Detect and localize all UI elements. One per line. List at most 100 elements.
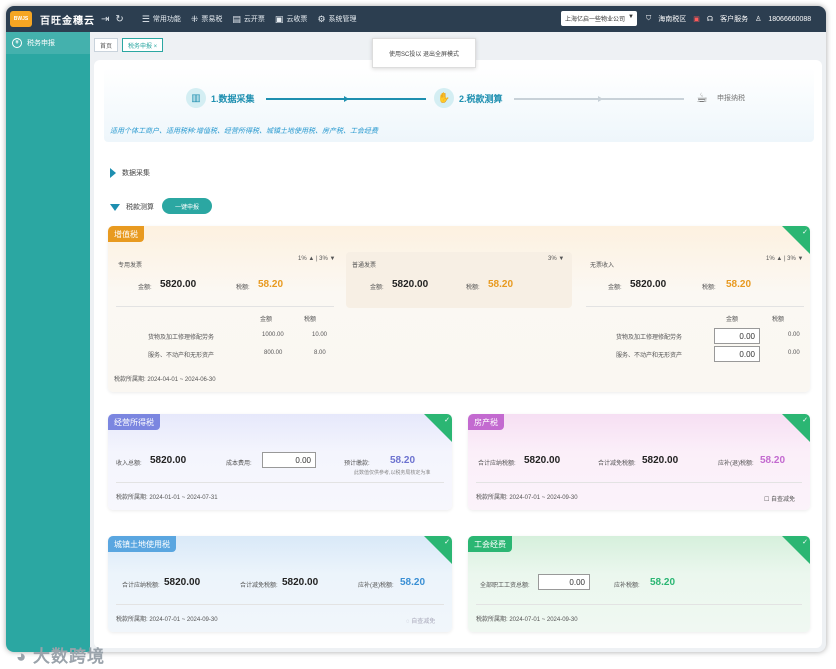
land-total: 5820.00 (164, 577, 201, 588)
biz-note: 此数值仅供参考,以税务局核定为准 (354, 470, 431, 476)
biz-cost-input[interactable]: 0.00 (262, 452, 316, 468)
invoice-icon: ▤ (232, 13, 241, 24)
menu-system[interactable]: ⚙ 系统管理 (317, 14, 356, 25)
land-reduce-label: 合计减免税额: (240, 583, 278, 589)
general-tax-label: 税额: (466, 285, 480, 291)
step-connector (266, 96, 426, 102)
land-reduce: 5820.00 (282, 577, 319, 588)
special-amount-label: 金额: (138, 285, 152, 291)
general-tax: 58.20 (488, 279, 514, 290)
property-reduce: 5820.00 (642, 455, 679, 466)
noinvoice-row1-tax: 0.00 (788, 332, 800, 338)
land-pay-label: 应补(退)税额: (358, 583, 394, 589)
menu-receive[interactable]: ▣ 云收票 (275, 14, 308, 25)
step-data-collect[interactable]: ▥ 1.数据采集 (186, 88, 255, 108)
user-icon: ♙ (755, 16, 762, 23)
noinvoice-row2-amount-input[interactable]: 0.00 (714, 346, 760, 362)
step-declare[interactable]: ☕ 申报纳税 (692, 88, 745, 108)
brand-name: 百旺金穗云 (40, 15, 95, 27)
union-wage-label: 全部职工工资总额: (480, 583, 530, 589)
property-pay-label: 应补(退)税额: (718, 461, 754, 467)
noinvoice-rate[interactable]: 1% ▲ | 3% ▼ (766, 256, 803, 262)
brand-logo: BWJS (10, 11, 32, 27)
property-total: 5820.00 (524, 455, 561, 466)
union-fee-card: 工会经费 ✓ 全部职工工资总额: 0.00 应补税额: 58.20 税款所属期:… (468, 536, 810, 632)
property-pay: 58.20 (760, 455, 786, 466)
special-amount: 5820.00 (160, 279, 197, 290)
noinvoice-header-tax: 税额 (772, 317, 785, 323)
general-rate[interactable]: 3% ▼ (548, 256, 564, 262)
divider (586, 306, 804, 307)
one-click-declare-button[interactable]: 一键申报 (162, 198, 212, 214)
calc-icon: ✋ (434, 88, 454, 108)
union-wage-input[interactable]: 0.00 (538, 574, 590, 590)
union-pay-label: 应补税额: (614, 583, 640, 589)
union-pay: 58.20 (650, 577, 676, 588)
land-badge: 城镇土地使用税 (108, 536, 176, 552)
menu-common[interactable]: ☰ 常用功能 (142, 14, 181, 25)
collapse-icon[interactable]: ⇥ (101, 14, 109, 25)
union-badge: 工会经费 (468, 536, 512, 552)
app-window: BWJS 百旺金穗云 ⇥ ↻ ☰ 常用功能 ⁜ 票易税 ▤ 云开票 ▣ 云收票 ⚙ 系统管… (6, 6, 826, 652)
collapse-icon (110, 203, 120, 211)
section-tax-calc[interactable]: 税款测算 (110, 202, 154, 212)
tab-tax-declare[interactable]: 税务申报 × (122, 38, 164, 52)
customer-service[interactable]: 客户服务 (720, 14, 748, 24)
top-menu: ☰ 常用功能 ⁜ 票易税 ▤ 云开票 ▣ 云收票 ⚙ 系统管理 (142, 14, 357, 25)
receive-icon: ▣ (274, 13, 284, 24)
special-row1-tax: 10.00 (312, 332, 328, 338)
refresh-icon[interactable]: ↻ (115, 14, 123, 25)
noinvoice-row2-tax: 0.00 (788, 350, 800, 356)
headset-icon: ☊ (706, 16, 714, 23)
tax-icon: ¥ (12, 38, 22, 48)
menu-ticket[interactable]: ⁜ 票易税 (191, 14, 223, 25)
grid-icon: ☰ (141, 13, 150, 24)
union-period: 税款所属期: 2024-07-01 ~ 2024-09-30 (476, 617, 578, 623)
divider (476, 604, 802, 605)
noinvoice-amount-label: 金额: (608, 285, 622, 291)
tab-home[interactable]: 首页 (94, 38, 119, 52)
step-progress: ▥ 1.数据采集 ✋ 2.税款测算 ☕ 申报纳税 适用个体工商户、适用税种:增值… (104, 68, 814, 142)
page-tabs: 首页 税务申报 × (94, 38, 164, 52)
section-data-collect[interactable]: 数据采集 (110, 168, 150, 178)
special-row2-amount: 800.00 (264, 350, 283, 356)
check-icon: ✓ (444, 539, 450, 546)
property-tax-card: 房产税 ✓ 合计应纳税额: 5820.00 合计减免税额: 5820.00 应补… (468, 414, 810, 510)
watermark: ◕ 大数跨境 (16, 647, 105, 666)
check-icon: ✓ (802, 539, 808, 546)
noinvoice-tax: 58.20 (726, 279, 752, 290)
gear-icon: ⚙ (317, 13, 326, 24)
divider (476, 482, 802, 483)
cup-icon: ☕ (696, 90, 708, 105)
noinvoice-amount: 5820.00 (630, 279, 667, 290)
land-tax-card: 城镇土地使用税 ✓ 合计应纳税额: 5820.00 合计减免税额: 5820.0… (108, 536, 452, 632)
fullscreen-tooltip: 使用SC投以 退出全屏模式 (372, 38, 476, 68)
land-period: 税款所属期: 2024-07-01 ~ 2024-09-30 (116, 617, 218, 623)
land-self-check[interactable]: ◌ 自查减免 (406, 616, 435, 625)
tax-region[interactable]: 海南税区 (658, 14, 686, 24)
property-total-label: 合计应纳税额: (478, 461, 516, 467)
step-tax-calc[interactable]: ✋ 2.税款测算 (434, 88, 503, 108)
special-row1-name: 货物及加工修理修配劳务 (148, 335, 215, 341)
user-phone[interactable]: 18066660088 (768, 16, 811, 23)
special-row2-tax: 8.00 (314, 350, 326, 356)
special-row2-name: 服务、不动产和无形资产 (148, 353, 215, 359)
special-tax-label: 税额: (236, 285, 250, 291)
check-icon: ✓ (444, 417, 450, 424)
top-bar: BWJS 百旺金穗云 ⇥ ↻ ☰ 常用功能 ⁜ 票易税 ▤ 云开票 ▣ 云收票 ⚙ 系统管… (6, 6, 826, 32)
sidebar-item-tax-declare[interactable]: ¥ 税务申报 (6, 32, 90, 54)
company-select[interactable]: 上海亿启一些物业公司 ▼ (561, 11, 637, 26)
property-self-check[interactable]: ☐ 自查减免 (764, 494, 795, 503)
noinvoice-title: 无票收入 (590, 263, 615, 269)
biz-cost-label: 成本费用: (226, 461, 252, 467)
notice-icon[interactable]: ▣ (693, 15, 700, 23)
vat-badge: 增值税 (108, 226, 144, 242)
noinvoice-tax-label: 税额: (702, 285, 716, 291)
menu-invoice[interactable]: ▤ 云开票 (232, 14, 265, 25)
step-connector (514, 96, 684, 102)
expand-icon (110, 168, 116, 178)
special-rate[interactable]: 1% ▲ | 3% ▼ (298, 256, 335, 262)
noinvoice-row1-amount-input[interactable]: 0.00 (714, 328, 760, 344)
general-invoice-box (346, 252, 572, 308)
general-invoice-title: 普通发票 (352, 263, 377, 269)
